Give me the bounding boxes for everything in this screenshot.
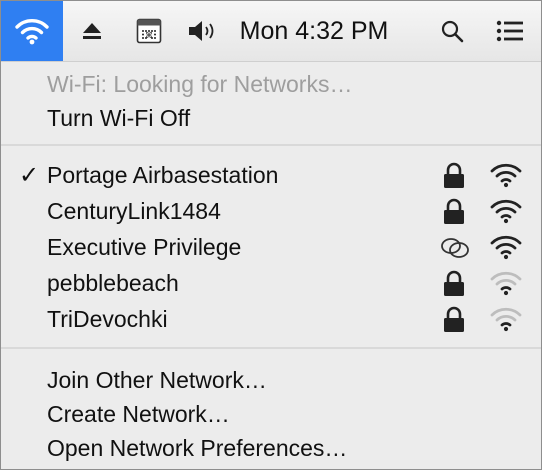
eject-icon	[83, 23, 101, 39]
eject-menu-extra[interactable]	[69, 1, 115, 61]
create-network-item[interactable]: Create Network…	[1, 396, 541, 432]
network-name: pebblebeach	[47, 269, 179, 296]
wifi-status-label: Wi-Fi: Looking for Networks…	[47, 70, 353, 97]
wifi-signal-icon	[490, 235, 522, 260]
network-name: Executive Privilege	[47, 233, 242, 260]
input-source-menu-extra[interactable]: ⌘	[125, 1, 173, 61]
network-item[interactable]: ✓ Portage Airbasestation	[1, 157, 541, 193]
lock-icon	[444, 270, 464, 296]
lock-icon	[444, 198, 464, 224]
create-network-label: Create Network…	[47, 400, 230, 427]
menu-separator	[1, 144, 541, 146]
network-item[interactable]: pebblebeach	[1, 265, 541, 301]
volume-icon	[189, 21, 214, 41]
turn-wifi-off-label: Turn Wi-Fi Off	[47, 104, 191, 131]
svg-text:⌘: ⌘	[145, 31, 153, 40]
wifi-signal-icon	[490, 307, 522, 332]
volume-menu-extra[interactable]	[177, 1, 229, 61]
open-network-preferences-label: Open Network Preferences…	[47, 434, 348, 461]
notification-list-icon	[496, 20, 523, 42]
network-name: Portage Airbasestation	[47, 161, 279, 188]
spotlight-menu-extra[interactable]	[429, 1, 475, 61]
network-item[interactable]: CenturyLink1484	[1, 193, 541, 229]
wifi-signal-icon	[490, 199, 522, 224]
menu-bar: ⌘ Mon 4:32 PM	[1, 1, 541, 62]
turn-wifi-off-item[interactable]: Turn Wi-Fi Off	[1, 100, 541, 136]
spotlight-search-icon	[441, 20, 464, 43]
lock-icon	[444, 306, 464, 332]
clock[interactable]: Mon 4:32 PM	[233, 1, 395, 61]
network-name: CenturyLink1484	[47, 197, 221, 224]
wifi-signal-icon	[490, 271, 522, 296]
lock-icon	[444, 162, 464, 188]
input-source-icon: ⌘	[136, 18, 162, 44]
join-other-network-item[interactable]: Join Other Network…	[1, 362, 541, 398]
join-other-network-label: Join Other Network…	[47, 366, 267, 393]
network-item[interactable]: TriDevochki	[1, 301, 541, 337]
open-network-preferences-item[interactable]: Open Network Preferences…	[1, 430, 541, 466]
menu-separator	[1, 347, 541, 349]
notification-center-menu-extra[interactable]	[481, 1, 539, 61]
selected-checkmark: ✓	[19, 161, 40, 189]
wifi-menu-extra[interactable]	[1, 1, 63, 61]
personal-hotspot-link-icon	[441, 238, 469, 258]
network-item[interactable]: Executive Privilege	[1, 229, 541, 265]
wifi-signal-icon	[490, 163, 522, 188]
wifi-icon	[15, 19, 49, 45]
wifi-dropdown-menu: Wi-Fi: Looking for Networks… Turn Wi-Fi …	[1, 62, 541, 469]
network-name: TriDevochki	[47, 305, 168, 332]
wifi-status-item: Wi-Fi: Looking for Networks…	[1, 66, 541, 102]
wifi-menu-screenshot: ⌘ Mon 4:32 PM Wi-Fi: Looking for Network…	[0, 0, 542, 470]
